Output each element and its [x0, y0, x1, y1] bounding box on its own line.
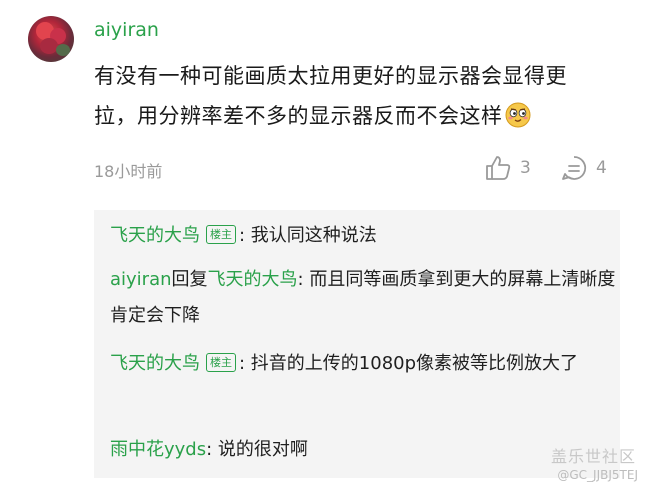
op-badge: 楼主 — [206, 353, 236, 372]
reply-text: 我认同这种说法 — [250, 225, 377, 246]
like-count: 3 — [520, 158, 531, 178]
comment-icon — [562, 156, 587, 180]
reply-separator: : — [239, 353, 251, 374]
reply-separator: : — [297, 269, 310, 290]
watermark-handle: @GC_JJBJ5TEJ — [557, 468, 638, 482]
reply-author[interactable]: 飞天的大鸟 — [110, 225, 200, 246]
reply-author[interactable]: aiyiran — [110, 269, 172, 290]
reply-separator: : — [206, 439, 218, 460]
reply-author[interactable]: 飞天的大鸟 — [110, 353, 200, 374]
reply-count: 4 — [596, 158, 607, 178]
reply-text: 抖音的上传的1080p像素被等比例放大了 — [250, 353, 579, 374]
reply-item[interactable]: aiyiran回复飞天的大鸟: 而且同等画质拿到更大的屏幕上清晰度肯定会下降 — [110, 262, 616, 334]
reply-button[interactable]: 4 — [560, 154, 607, 182]
reply-item[interactable]: 雨中花yyds: 说的很对啊 — [110, 432, 616, 468]
comment-text-line: 有没有一种可能画质太拉用更好的显示器会显得更 — [94, 64, 567, 88]
comment-timestamp: 18小时前 — [94, 162, 163, 181]
like-button[interactable]: 3 — [484, 154, 531, 182]
comment-username[interactable]: aiyiran — [94, 16, 159, 44]
reply-separator: : — [239, 225, 251, 246]
reply-target[interactable]: 飞天的大鸟 — [208, 269, 298, 290]
reply-keyword: 回复 — [171, 269, 208, 290]
op-badge: 楼主 — [206, 225, 236, 244]
avatar-leaf — [56, 44, 70, 56]
comment-text-line: 拉，用分辨率差不多的显示器反而不会这样 — [94, 96, 634, 136]
smirk-emoji-icon — [505, 102, 530, 128]
watermark-brand: 盖乐世社区 — [550, 447, 636, 466]
avatar[interactable] — [28, 16, 74, 62]
reply-text: 说的很对啊 — [217, 439, 308, 460]
comment-text-line2: 拉，用分辨率差不多的显示器反而不会这样 — [94, 104, 503, 128]
reply-item[interactable]: 飞天的大鸟 楼主: 抖音的上传的1080p像素被等比例放大了 — [110, 346, 616, 382]
comment-text: 有没有一种可能画质太拉用更好的显示器会显得更 拉，用分辨率差不多的显示器反而不会… — [94, 56, 634, 136]
replies-container: 飞天的大鸟 楼主: 我认同这种说法 aiyiran回复飞天的大鸟: 而且同等画质拿… — [94, 210, 620, 478]
reply-author[interactable]: 雨中花yyds — [110, 439, 206, 460]
reply-item[interactable]: 飞天的大鸟 楼主: 我认同这种说法 — [110, 218, 616, 254]
thumbs-up-icon — [486, 156, 511, 180]
